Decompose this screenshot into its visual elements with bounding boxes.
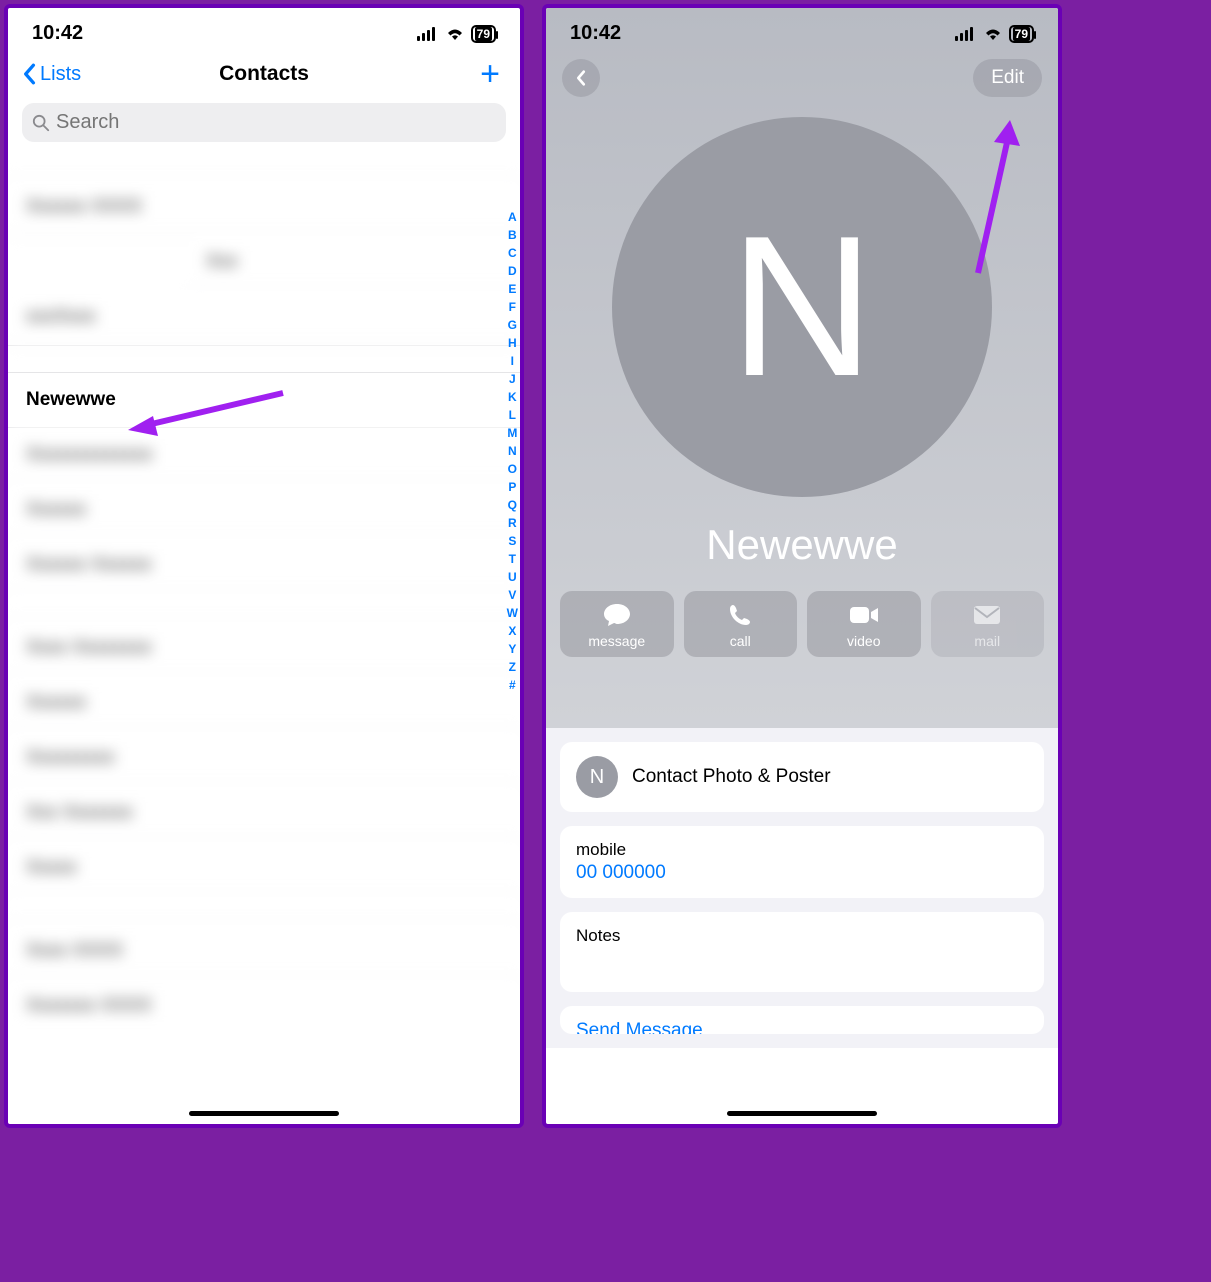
action-row: message call video mail <box>546 569 1058 671</box>
section-header <box>8 152 520 180</box>
battery-icon: 79 <box>471 25 496 43</box>
status-time: 10:42 <box>32 22 83 45</box>
list-item[interactable]: Xxxxxx XXXX <box>8 180 520 235</box>
wifi-icon <box>445 27 465 41</box>
home-indicator[interactable] <box>727 1111 877 1116</box>
video-icon <box>849 601 879 629</box>
mobile-value[interactable]: 00 000000 <box>576 862 1028 884</box>
send-message-link[interactable]: Send Message <box>560 1006 1044 1034</box>
list-item[interactable]: Xxxx Xxxxxxxx <box>8 621 520 676</box>
phone-icon <box>728 601 752 629</box>
contacts-list-screen: 10:42 79 Lists Contacts + Xxxxxx XXXX Xx… <box>4 4 524 1128</box>
video-button[interactable]: video <box>807 591 921 657</box>
page-title: Contacts <box>219 62 309 86</box>
chevron-left-icon <box>22 63 36 85</box>
contact-name: Newewwe <box>546 521 1058 569</box>
list-item[interactable]: Xxxxxxxxxxxxx <box>8 428 520 483</box>
alphabet-index[interactable]: ABCDEFGHIJKLMNOPQRSTUVWXYZ# <box>507 208 518 694</box>
home-indicator[interactable] <box>189 1111 339 1116</box>
list-item[interactable]: Xxxxxxx XXXX <box>8 979 520 1033</box>
battery-icon: 79 <box>1009 25 1034 43</box>
section-header <box>8 345 520 373</box>
status-bar: 10:42 79 <box>546 8 1058 49</box>
mobile-label: mobile <box>576 840 1028 860</box>
status-icons: 79 <box>417 25 496 43</box>
photo-poster-label: Contact Photo & Poster <box>632 766 831 788</box>
photo-poster-row[interactable]: N Contact Photo & Poster <box>560 742 1044 812</box>
search-input[interactable] <box>56 111 496 134</box>
nav-bar: Lists Contacts + <box>8 49 520 99</box>
list-item[interactable]: Xxxxxxxxx <box>8 731 520 786</box>
search-icon <box>32 114 50 132</box>
contacts-list[interactable]: Xxxxxx XXXX Xxx xxxXxxx Newewwe Xxxxxxxx… <box>8 152 520 1033</box>
detail-sheet: N Contact Photo & Poster mobile 00 00000… <box>546 728 1058 1048</box>
list-item[interactable]: xxxXxxx <box>8 290 520 345</box>
cell-signal-icon <box>955 27 977 41</box>
list-item[interactable]: Xxxxxx Xxxxxx <box>8 538 520 593</box>
list-item[interactable]: Xxxxxx <box>8 483 520 538</box>
section-header <box>8 593 520 621</box>
list-item[interactable]: Xxx Xxxxxxx <box>8 786 520 841</box>
mail-button: mail <box>931 591 1045 657</box>
list-item-newewwe[interactable]: Newewwe <box>8 373 520 428</box>
status-time: 10:42 <box>570 22 621 45</box>
message-icon <box>602 601 632 629</box>
chevron-left-icon <box>575 69 587 87</box>
section-header <box>8 896 520 924</box>
mini-avatar: N <box>576 756 618 798</box>
cell-signal-icon <box>417 27 439 41</box>
search-field[interactable] <box>22 103 506 142</box>
wifi-icon <box>983 27 1003 41</box>
add-contact-button[interactable]: + <box>480 57 506 91</box>
phone-card[interactable]: mobile 00 000000 <box>560 826 1044 898</box>
notes-label: Notes <box>576 926 1028 946</box>
list-item[interactable]: Xxx <box>188 235 520 290</box>
contact-hero: 10:42 79 Edit N Newewwe message <box>546 8 1058 728</box>
status-icons: 79 <box>955 25 1034 43</box>
edit-button[interactable]: Edit <box>973 59 1042 97</box>
contact-detail-screen: 10:42 79 Edit N Newewwe message <box>542 4 1062 1128</box>
list-item[interactable]: Xxxx XXXX <box>8 924 520 979</box>
notes-card[interactable]: Notes <box>560 912 1044 992</box>
list-item[interactable]: Xxxxxx <box>8 676 520 731</box>
back-button[interactable]: Lists <box>22 63 81 86</box>
back-label: Lists <box>40 63 81 86</box>
message-button[interactable]: message <box>560 591 674 657</box>
mail-icon <box>973 601 1001 629</box>
list-item[interactable]: Xxxxx <box>8 841 520 896</box>
back-button[interactable] <box>562 59 600 97</box>
contact-avatar: N <box>612 117 992 497</box>
status-bar: 10:42 79 <box>8 8 520 49</box>
call-button[interactable]: call <box>684 591 798 657</box>
